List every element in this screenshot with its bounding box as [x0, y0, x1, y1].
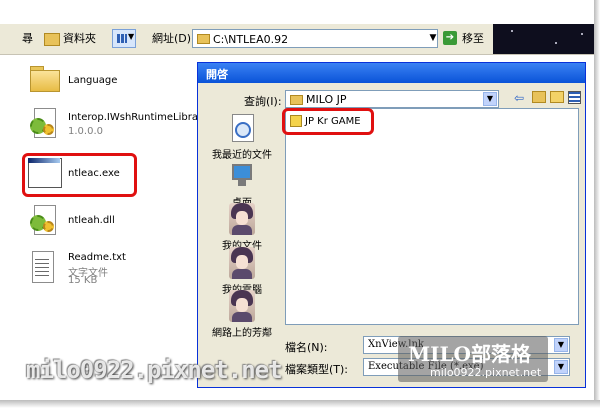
highlight-box	[282, 108, 374, 135]
place-desktop[interactable]: 桌面	[202, 160, 282, 209]
views-icon	[117, 34, 127, 43]
back-arrow-icon[interactable]: ⇦	[514, 91, 524, 105]
star-dot	[581, 33, 583, 35]
file-name: ntleah.dll	[68, 215, 115, 226]
up-folder-icon[interactable]	[532, 91, 546, 106]
chevron-down-icon: ▼	[128, 32, 135, 41]
desktop-icon	[229, 160, 255, 192]
network-places-icon	[229, 290, 255, 322]
folders-button[interactable]: 資料夾	[44, 30, 96, 46]
watermark-title: MILO部落格	[408, 342, 531, 366]
chevron-down-icon[interactable]: ▼	[554, 360, 568, 374]
address-value: C:\NTLEA0.92	[213, 33, 289, 46]
folder-icon	[28, 64, 60, 92]
file-size: 15 KB	[68, 275, 98, 286]
dialog-title: 開啓	[206, 68, 228, 81]
url-watermark: milo0922.pixnet.net	[26, 356, 283, 384]
frame-shadow	[0, 400, 600, 408]
dll-icon	[28, 205, 60, 237]
place-my-documents[interactable]: 我的文件	[202, 203, 282, 252]
chevron-down-icon[interactable]: ▼	[554, 338, 568, 352]
look-in-value: MILO JP	[306, 93, 347, 106]
search-button[interactable]: 尋	[22, 30, 33, 46]
address-dropdown-icon[interactable]: ▼	[426, 29, 440, 48]
my-computer-icon	[229, 247, 255, 279]
go-arrow-icon[interactable]: ➔	[443, 31, 457, 45]
my-documents-icon	[229, 203, 255, 235]
address-label: 網址(D)	[152, 32, 192, 45]
place-recent-documents[interactable]: 我最近的文件	[202, 112, 282, 161]
place-label: 網路上的芳鄰	[212, 328, 272, 339]
file-list[interactable]: JP Kr GAME	[285, 108, 579, 325]
folders-icon	[44, 32, 60, 46]
frame-shadow	[594, 0, 600, 408]
view-menu-icon[interactable]	[568, 91, 581, 107]
go-button[interactable]: 移至	[462, 30, 484, 46]
place-network[interactable]: 網路上的芳鄰	[202, 290, 282, 339]
file-name-label: 檔名(N):	[285, 341, 328, 354]
file-type-label: 檔案類型(T):	[285, 363, 349, 376]
look-in-label: 查詢(I):	[244, 95, 282, 108]
screenshot-frame: 尋 資料夾 ▼ 網址(D) C:\NTLEA0.92 ▼ ➔ 移至 Langua…	[0, 0, 600, 408]
chevron-down-icon[interactable]: ▼	[483, 92, 497, 106]
blog-watermark: MILO部落格 milo0922.pixnet.net	[398, 336, 548, 382]
background-strip	[493, 24, 600, 54]
file-name: Readme.txt	[68, 252, 126, 263]
dll-icon	[28, 108, 60, 140]
folder-icon	[197, 34, 210, 44]
watermark-url: milo0922.pixnet.net	[430, 366, 542, 379]
folders-label: 資料夾	[63, 32, 96, 45]
dialog-titlebar[interactable]: 開啓	[198, 63, 585, 83]
highlight-box	[22, 153, 137, 197]
text-file-icon	[28, 251, 54, 283]
place-my-computer[interactable]: 我的電腦	[202, 247, 282, 296]
recent-documents-icon	[229, 112, 255, 144]
new-folder-icon[interactable]	[550, 91, 564, 106]
folder-icon	[290, 95, 303, 105]
star-dot	[555, 42, 557, 44]
places-bar: 我最近的文件 桌面 我的文件 我的電腦 網路上的芳鄰	[202, 109, 282, 339]
file-version: 1.0.0.0	[68, 126, 103, 137]
star-dot	[511, 30, 513, 32]
views-button[interactable]: ▼	[112, 29, 136, 48]
look-in-select[interactable]: MILO JP ▼	[285, 90, 499, 108]
place-label: 我最近的文件	[212, 150, 272, 161]
address-bar[interactable]: C:\NTLEA0.92	[192, 29, 438, 48]
file-name: Language	[68, 75, 118, 86]
